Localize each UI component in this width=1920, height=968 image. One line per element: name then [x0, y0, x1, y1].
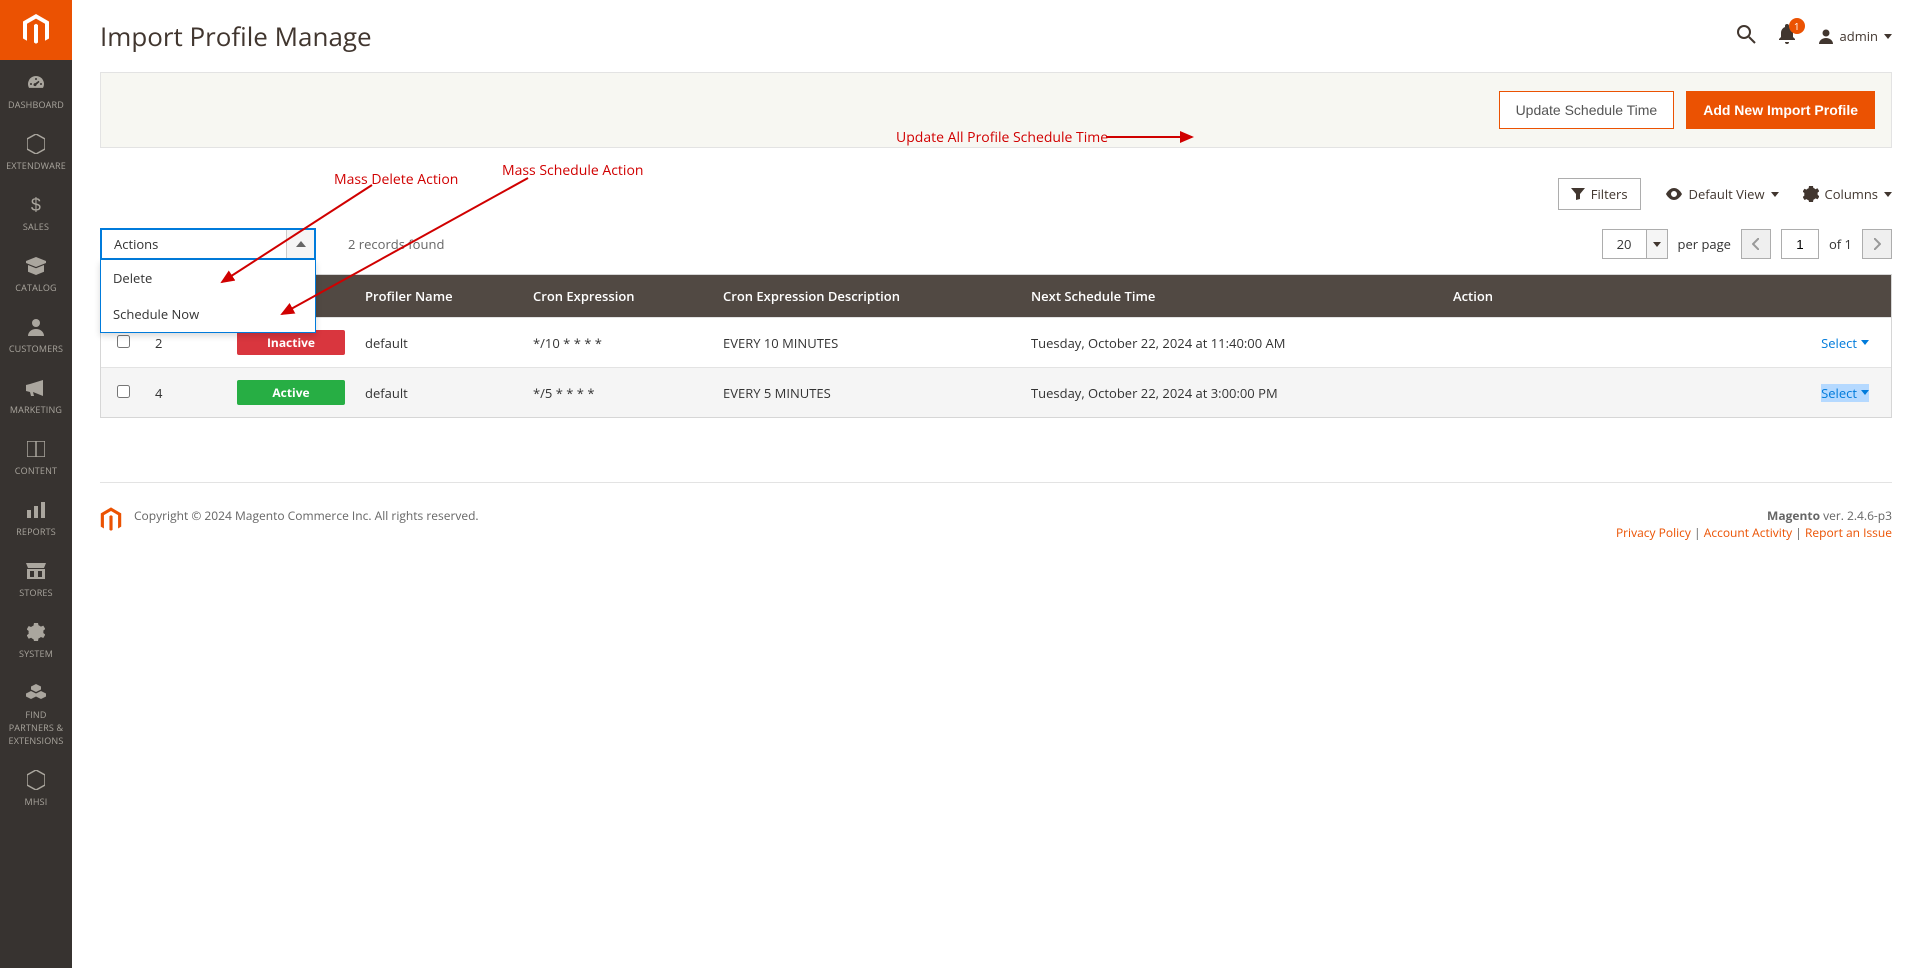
pages-icon: [2, 438, 70, 460]
nav-stores[interactable]: STORES: [0, 548, 72, 609]
bars-icon: [2, 499, 70, 521]
grid-header-row: ID Status Profiler Name Cron Expression …: [101, 275, 1891, 317]
page-action-bar: Update Schedule Time Add New Import Prof…: [100, 72, 1892, 148]
search-icon[interactable]: [1736, 24, 1756, 48]
table-row: 2 Inactive default */10 * * * * EVERY 10…: [101, 317, 1891, 367]
filters-button[interactable]: Filters: [1558, 178, 1641, 210]
nav-dashboard[interactable]: DASHBOARD: [0, 60, 72, 121]
gauge-icon: [2, 72, 70, 94]
nav-catalog[interactable]: CATALOG: [0, 243, 72, 304]
page-header: Import Profile Manage 1 admin: [72, 0, 1920, 64]
magento-logo[interactable]: [0, 0, 72, 60]
nav-customers[interactable]: CUSTOMERS: [0, 304, 72, 365]
nav-sales[interactable]: $ SALES: [0, 182, 72, 243]
chevron-up-icon: [286, 230, 314, 258]
nav-find-partners[interactable]: FIND PARTNERS & EXTENSIONS: [0, 670, 72, 757]
nav-marketing[interactable]: MARKETING: [0, 365, 72, 426]
mass-actions-dropdown: Delete Schedule Now: [100, 260, 316, 333]
account-activity-link[interactable]: Account Activity: [1704, 524, 1792, 541]
page-title: Import Profile Manage: [100, 18, 1736, 54]
admin-sidebar: DASHBOARD EXTENDWARE $ SALES CATALOG CUS…: [0, 0, 72, 968]
page-number-input[interactable]: [1781, 229, 1819, 259]
chevron-down-icon: [1861, 390, 1869, 395]
nav-content[interactable]: CONTENT: [0, 426, 72, 487]
grid-controls: Actions Delete Schedule Now 2 records fo…: [100, 228, 1892, 260]
gear-icon: [2, 621, 70, 643]
nav-system[interactable]: SYSTEM: [0, 609, 72, 670]
notifications-icon[interactable]: 1: [1778, 24, 1796, 48]
col-desc[interactable]: Cron Expression Description: [713, 275, 1021, 317]
col-cron[interactable]: Cron Expression: [523, 275, 713, 317]
report-issue-link[interactable]: Report an Issue: [1805, 524, 1892, 541]
default-view-dropdown[interactable]: Default View: [1665, 185, 1779, 203]
status-badge: Inactive: [237, 330, 345, 355]
chevron-down-icon: [1771, 192, 1779, 197]
chevron-down-icon: [1646, 230, 1667, 258]
storefront-icon: [2, 560, 70, 582]
prev-page-button[interactable]: [1741, 229, 1771, 259]
hex-icon: [2, 133, 70, 155]
chevron-down-icon: [1884, 34, 1892, 39]
mass-actions-select[interactable]: Actions Delete Schedule Now: [100, 228, 316, 260]
gear-icon: [1803, 186, 1819, 202]
row-checkbox[interactable]: [117, 385, 130, 398]
columns-dropdown[interactable]: Columns: [1803, 185, 1892, 203]
nav-reports[interactable]: REPORTS: [0, 487, 72, 548]
per-page-select[interactable]: 20: [1602, 229, 1668, 259]
page-footer: Copyright © 2024 Magento Commerce Inc. A…: [100, 482, 1892, 541]
notification-badge: 1: [1789, 18, 1805, 34]
next-page-button[interactable]: [1862, 229, 1892, 259]
col-next[interactable]: Next Schedule Time: [1021, 275, 1443, 317]
hex-icon: [2, 769, 70, 791]
person-icon: [2, 316, 70, 338]
chevron-left-icon: [1752, 238, 1759, 250]
account-dropdown[interactable]: admin: [1818, 27, 1892, 45]
row-action-select[interactable]: Select: [1821, 384, 1869, 402]
mass-action-delete[interactable]: Delete: [101, 260, 315, 296]
eye-icon: [1665, 188, 1683, 200]
magento-logo-small: [100, 507, 122, 537]
copyright: Copyright © 2024 Magento Commerce Inc. A…: [134, 507, 479, 524]
row-action-select[interactable]: Select: [1821, 334, 1869, 352]
grid-toolbar: Filters Default View Columns: [100, 178, 1892, 210]
privacy-policy-link[interactable]: Privacy Policy: [1616, 524, 1691, 541]
cubes-icon: [2, 682, 70, 704]
svg-text:$: $: [31, 195, 41, 215]
nav-mhsi[interactable]: MHSI: [0, 757, 72, 818]
person-icon: [1818, 28, 1834, 44]
chevron-right-icon: [1874, 238, 1881, 250]
profiles-grid: ID Status Profiler Name Cron Expression …: [100, 274, 1892, 418]
mass-action-schedule-now[interactable]: Schedule Now: [101, 296, 315, 332]
dollar-icon: $: [2, 194, 70, 216]
row-checkbox[interactable]: [117, 335, 130, 348]
megaphone-icon: [2, 377, 70, 399]
chevron-down-icon: [1861, 340, 1869, 345]
chevron-down-icon: [1884, 192, 1892, 197]
pagination: 20 per page of 1: [1602, 229, 1892, 259]
update-schedule-time-button[interactable]: Update Schedule Time: [1499, 91, 1675, 129]
table-row: 4 Active default */5 * * * * EVERY 5 MIN…: [101, 367, 1891, 417]
add-new-import-profile-button[interactable]: Add New Import Profile: [1686, 91, 1875, 129]
status-badge: Active: [237, 380, 345, 405]
box-icon: [2, 255, 70, 277]
nav-extendware[interactable]: EXTENDWARE: [0, 121, 72, 182]
records-count: 2 records found: [348, 235, 444, 253]
col-action: Action: [1443, 275, 1891, 317]
col-name[interactable]: Profiler Name: [355, 275, 523, 317]
funnel-icon: [1571, 188, 1585, 200]
